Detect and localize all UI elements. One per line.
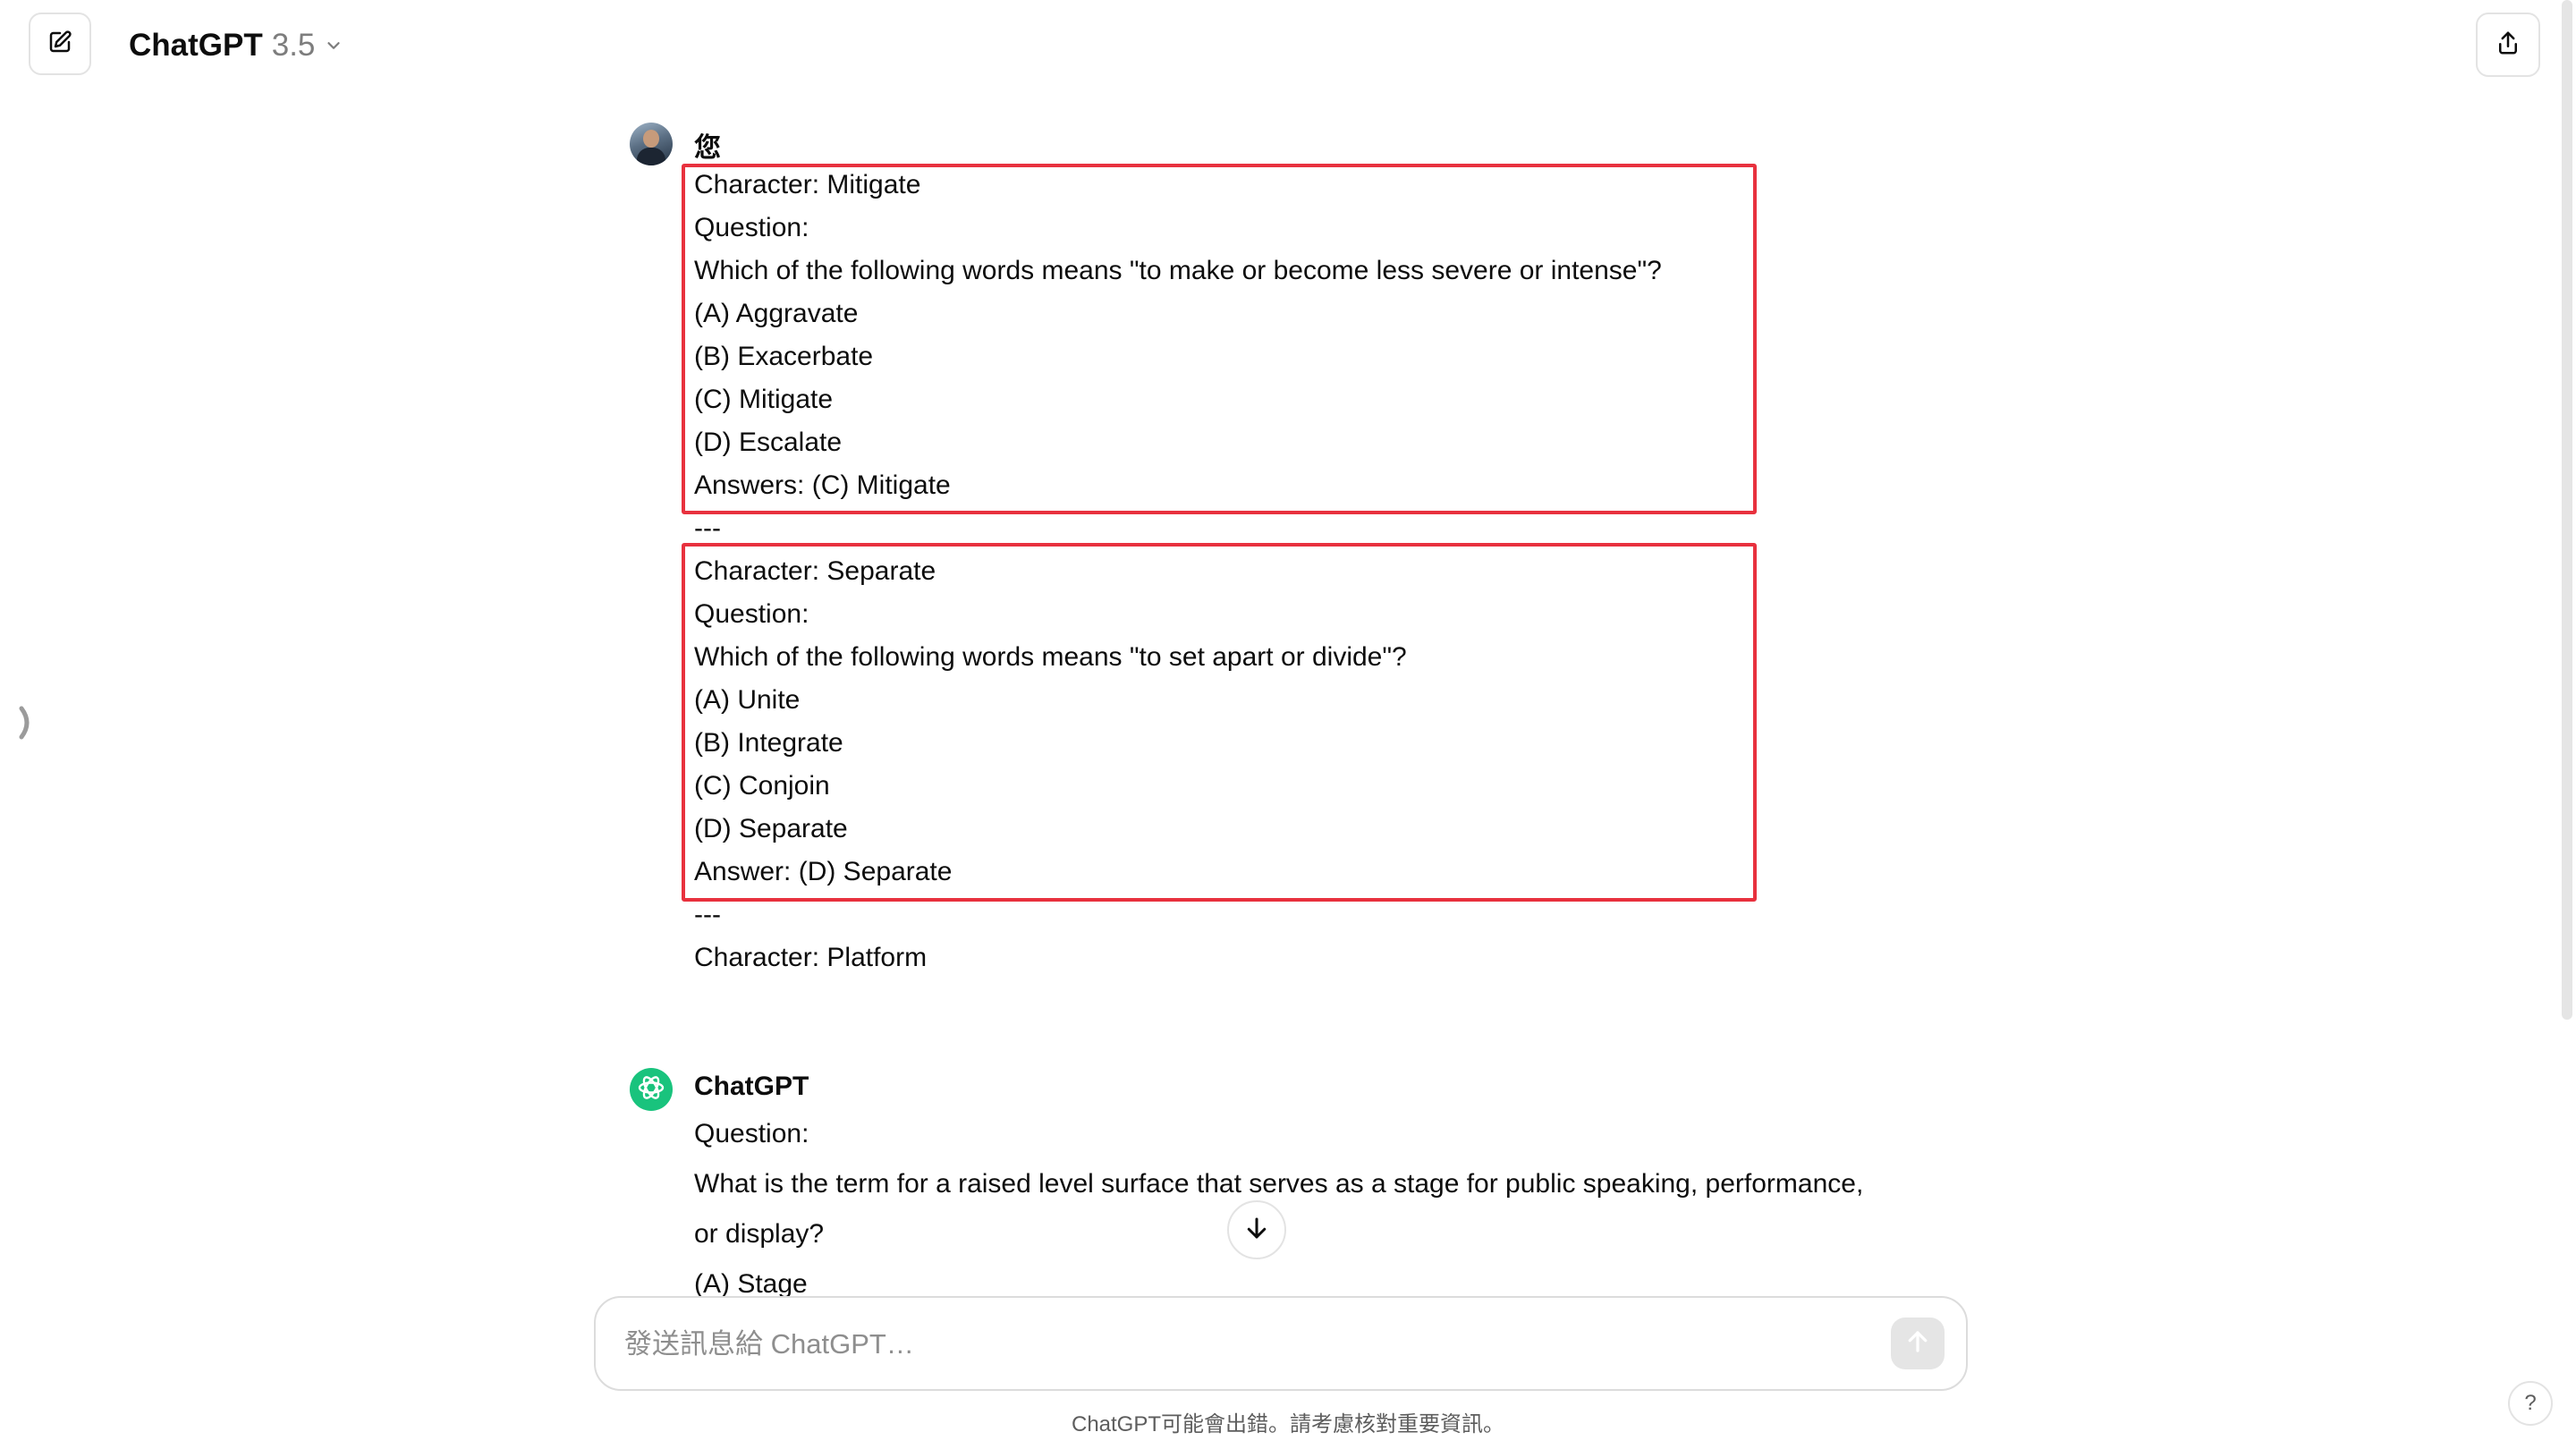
highlight-box [682, 164, 1757, 514]
model-version: 3.5 [271, 28, 316, 63]
highlight-box [682, 543, 1757, 902]
scroll-to-bottom-button[interactable] [1227, 1200, 1286, 1259]
sidebar-toggle[interactable] [18, 703, 41, 742]
send-button[interactable] [1891, 1318, 1945, 1369]
user-author-name: 您 [694, 133, 721, 163]
assistant-author-name: ChatGPT [694, 1072, 809, 1101]
new-chat-button[interactable] [29, 13, 91, 75]
disclaimer-text: ChatGPT可能會出錯。請考慮核對重要資訊。 [1071, 1412, 1505, 1436]
arrow-up-icon [1904, 1328, 1931, 1360]
help-button[interactable]: ? [2508, 1381, 2553, 1426]
user-avatar [630, 123, 673, 165]
chevron-down-icon [324, 28, 343, 64]
arrow-down-icon [1243, 1215, 1270, 1246]
message-line: or display? [694, 1219, 825, 1249]
message-line: Character: Platform [694, 943, 928, 972]
model-name: ChatGPT [129, 28, 263, 63]
message-line: What is the term for a raised level surf… [694, 1169, 1864, 1199]
share-icon [2495, 30, 2521, 61]
scrollbar[interactable] [2562, 0, 2572, 1020]
share-button[interactable] [2476, 13, 2540, 77]
openai-logo-icon [635, 1072, 667, 1108]
message-composer [594, 1296, 1968, 1391]
message-line: Question: [694, 1119, 809, 1148]
message-input[interactable] [624, 1319, 1841, 1369]
chatgpt-avatar [630, 1068, 673, 1111]
model-switcher[interactable]: ChatGPT 3.5 [129, 23, 343, 68]
edit-icon [47, 29, 73, 60]
